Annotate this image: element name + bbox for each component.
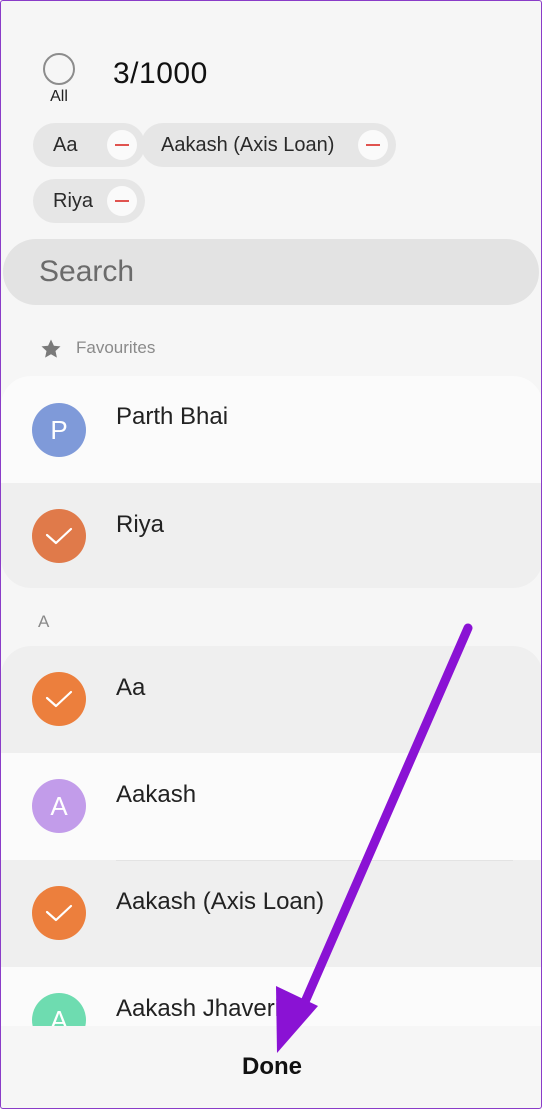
contact-picker-screen: All 3/1000 Aa Aakash (Axis Loan) Riya Se… <box>0 0 542 1109</box>
annotation-arrow-icon <box>276 623 473 1053</box>
